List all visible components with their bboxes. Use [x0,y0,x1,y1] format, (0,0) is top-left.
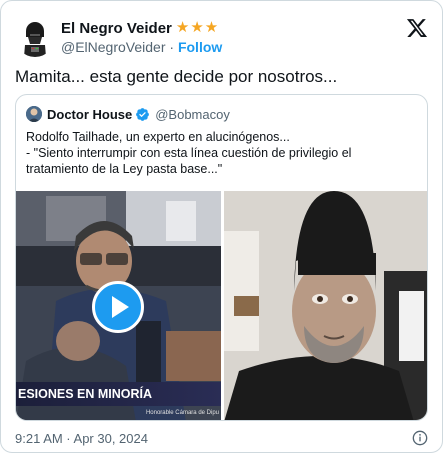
tweet-footer: 9:21 AM · Apr 30, 2024 [15,430,428,448]
author-handle[interactable]: @ElNegroVeider [61,39,166,55]
quoted-display-name[interactable]: Doctor House [47,107,132,122]
info-icon[interactable] [412,430,428,446]
tweet-text: Mamita... esta gente decide por nosotros… [15,67,338,86]
video-thumbnail[interactable]: ESIONES EN MINORÍA Honorable Cámara de D… [16,191,221,420]
video-caption-sub: Honorable Cámara de Dipu [145,410,219,416]
play-icon [112,296,129,318]
photo-thumbnail[interactable] [224,191,427,420]
quoted-tweet[interactable]: Doctor House @Bobmacoy Rodolfo Tailhade,… [15,94,428,421]
embedded-tweet-card[interactable]: El Negro Veider ★ ★ ★ @ElNegroVeider · F… [0,0,443,453]
quoted-handle[interactable]: @Bobmacoy [155,107,230,122]
avatar[interactable] [15,17,55,57]
quoted-avatar[interactable] [26,106,42,122]
author-display-name[interactable]: El Negro Veider [61,20,172,37]
author-info: El Negro Veider ★ ★ ★ @ElNegroVeider · F… [61,18,222,56]
verified-badge-icon [136,107,150,121]
x-logo-icon[interactable] [406,17,428,39]
quoted-text: Rodolfo Tailhade, un experto en alucinóg… [26,129,417,177]
separator-dot: · [169,39,175,55]
author-stars: ★ ★ ★ [176,20,218,36]
tweet-header: El Negro Veider ★ ★ ★ @ElNegroVeider · F… [15,15,428,59]
play-button[interactable] [92,281,144,333]
star-icon: ★ [204,19,219,36]
follow-button[interactable]: Follow [178,39,222,55]
quoted-media[interactable]: ESIONES EN MINORÍA Honorable Cámara de D… [16,191,427,420]
star-icon: ★ [175,19,190,36]
photo-image [224,191,427,420]
quoted-header: Doctor House @Bobmacoy [26,104,230,124]
quoted-text-line-1: Rodolfo Tailhade, un experto en alucinóg… [26,130,290,144]
video-caption-banner: ESIONES EN MINORÍA [16,382,221,406]
tweet-timestamp[interactable]: 9:21 AM · Apr 30, 2024 [15,431,148,446]
star-icon: ★ [190,19,204,36]
quoted-text-line-2: - "Siento interrumpir con esta línea cue… [26,146,352,176]
